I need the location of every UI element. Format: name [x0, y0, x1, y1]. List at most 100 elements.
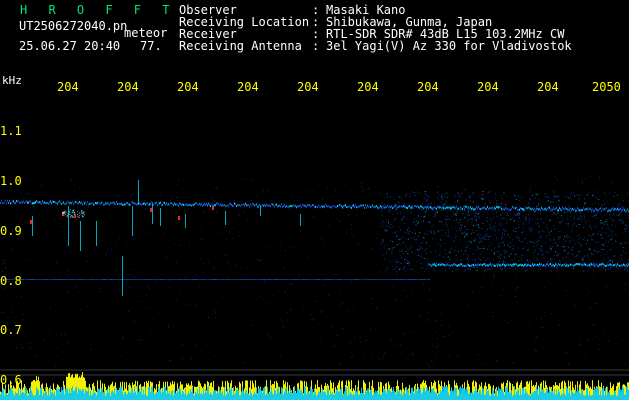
noise-speck: [194, 352, 196, 354]
scatter-pixel: [537, 208, 539, 210]
faint-band-pixel: [364, 279, 366, 280]
carrier-band-pixel: [343, 205, 344, 208]
faint-band-pixel: [158, 279, 160, 280]
carrier-band-pixel: [156, 201, 157, 204]
noise-speck: [478, 292, 480, 294]
noise-speck: [100, 312, 102, 314]
scatter-pixel: [518, 195, 520, 197]
noise-speck: [603, 329, 605, 331]
scatter-pixel: [439, 254, 441, 256]
level-bar-cyan: [207, 387, 208, 400]
scatter-pixel: [414, 205, 416, 207]
noise-speck: [11, 311, 13, 313]
scatter-pixel: [553, 192, 555, 194]
level-bar-cyan: [97, 389, 98, 400]
scatter-pixel: [529, 198, 531, 199]
scatter-pixel: [580, 215, 582, 217]
noise-speck: [331, 325, 333, 327]
level-bar-cyan: [400, 393, 401, 400]
lower-band-pixel: [491, 264, 492, 267]
scatter-pixel: [547, 200, 549, 202]
scatter-pixel: [456, 259, 458, 261]
scatter-pixel: [449, 268, 450, 270]
lower-band-pixel: [594, 265, 595, 267]
noise-speck: [422, 343, 424, 345]
noise-speck: [472, 291, 473, 293]
carrier-band-pixel: [28, 201, 29, 204]
carrier-band-pixel: [488, 208, 489, 211]
carrier-band-pixel: [506, 208, 507, 211]
scatter-pixel: [590, 209, 592, 211]
faint-band-pixel: [104, 279, 106, 280]
carrier-band-pixel: [374, 206, 375, 209]
scatter-pixel: [543, 222, 545, 224]
carrier-band-pixel: [601, 210, 602, 213]
scatter-pixel: [622, 246, 624, 248]
carrier-band-pixel: [490, 207, 491, 209]
scatter-pixel: [588, 219, 590, 221]
level-bar-cyan: [421, 393, 422, 400]
level-bar-cyan: [428, 390, 429, 400]
level-bar-cyan: [264, 386, 265, 400]
carrier-band-pixel: [594, 209, 595, 212]
level-bar-cyan: [392, 390, 393, 400]
noise-speck: [585, 357, 587, 359]
carrier-band-pixel: [96, 202, 97, 205]
faint-band-pixel: [294, 279, 296, 280]
noise-speck: [418, 260, 420, 262]
carrier-band-pixel: [237, 203, 238, 206]
carrier-band-pixel: [316, 206, 317, 209]
scatter-pixel: [546, 223, 548, 225]
carrier-band-pixel: [94, 203, 95, 206]
level-bar-cyan: [80, 389, 81, 400]
level-bar-cyan: [343, 394, 344, 400]
scatter-pixel: [529, 230, 531, 232]
scatter-pixel: [401, 210, 403, 212]
faint-band-pixel: [258, 279, 260, 280]
faint-band-pixel: [376, 279, 378, 280]
carrier-band-pixel: [468, 205, 469, 208]
level-bar-cyan: [562, 394, 563, 400]
level-bar-cyan: [88, 386, 89, 400]
scatter-pixel: [607, 261, 609, 263]
scatter-pixel: [526, 214, 528, 215]
scatter-pixel: [471, 241, 473, 243]
noise-speck: [367, 251, 369, 253]
noise-speck: [621, 339, 623, 341]
carrier-band-pixel: [494, 206, 495, 209]
level-bar-cyan: [390, 391, 391, 400]
noise-speck: [228, 232, 230, 234]
noise-speck: [456, 257, 458, 258]
scatter-pixel: [607, 253, 609, 255]
noise-speck: [301, 284, 303, 286]
scatter-pixel: [435, 262, 437, 264]
noise-speck: [625, 289, 626, 291]
noise-speck: [233, 237, 235, 239]
noise-speck: [202, 293, 204, 295]
scatter-pixel: [525, 262, 527, 264]
scatter-pixel: [488, 236, 489, 238]
scatter-pixel: [622, 200, 624, 202]
faint-band-pixel: [98, 279, 100, 280]
scatter-pixel: [517, 268, 519, 269]
lower-band-pixel: [501, 264, 502, 267]
noise-speck: [515, 296, 517, 297]
scatter-pixel: [566, 223, 568, 225]
carrier-band-pixel: [396, 207, 397, 210]
level-bar-cyan: [411, 387, 412, 400]
lower-band-pixel: [524, 263, 525, 266]
faint-band-pixel: [426, 279, 428, 280]
noise-speck: [215, 187, 217, 189]
scatter-pixel: [464, 270, 466, 272]
faint-band-pixel: [50, 279, 52, 280]
scatter-pixel: [427, 203, 429, 205]
level-bar-cyan: [544, 393, 545, 400]
scatter-pixel: [577, 218, 578, 220]
scatter-pixel: [417, 254, 419, 256]
level-bar-cyan: [592, 394, 593, 400]
scatter-pixel: [577, 208, 579, 210]
meteor-blob-pixel: [64, 213, 66, 215]
carrier-band-pixel: [291, 205, 292, 208]
noise-speck: [498, 224, 500, 226]
noise-speck: [328, 294, 330, 296]
